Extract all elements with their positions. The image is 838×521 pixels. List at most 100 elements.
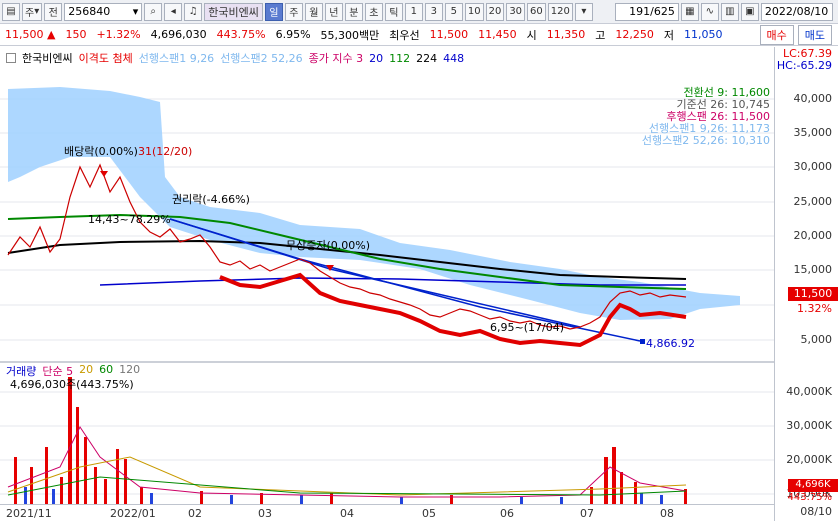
legend-item[interactable]: 224 xyxy=(416,52,437,65)
buy-button[interactable]: 매수 xyxy=(759,24,794,45)
min-5-button[interactable]: 5 xyxy=(444,2,463,21)
low-price: 11,050 xyxy=(684,28,723,41)
annotation-dividend: 배당락(0.00%) xyxy=(64,145,138,158)
volume-tick: 40,000K xyxy=(786,385,832,398)
chart-type-button[interactable]: 전 xyxy=(44,2,63,21)
min-20-button[interactable]: 20 xyxy=(485,2,505,21)
legend-stock-name: 한국비엔씨 xyxy=(22,52,73,65)
min-10-button[interactable]: 10 xyxy=(464,2,484,21)
legend-item[interactable]: 선행스팬1 9,26 xyxy=(139,50,214,66)
high-label: 고 xyxy=(595,28,606,42)
annotation-low: 6,95~(17/04) xyxy=(490,321,564,334)
annotation-trend-end: 4,866.92 xyxy=(646,337,695,350)
min-120-button[interactable]: 120 xyxy=(547,2,573,21)
current-price-pct: 1.32% xyxy=(797,302,832,315)
x-axis: 2021/11 2022/01 02 03 04 05 06 07 08 xyxy=(0,504,774,521)
price-tick: 25,000 xyxy=(793,195,833,208)
x-tick: 2021/11 xyxy=(6,507,52,520)
period-day-button[interactable]: 일 xyxy=(264,2,283,21)
chart-icon[interactable]: ▥ xyxy=(720,2,739,21)
legend-item[interactable]: 448 xyxy=(443,52,464,65)
open-price: 11,350 xyxy=(546,28,586,41)
indicator-line: 선행스팬2 52,26: 10,310 xyxy=(641,134,770,147)
annotation-high: 31(12/20) xyxy=(138,145,192,158)
x-tick: 08 xyxy=(660,507,674,520)
open-label: 시 xyxy=(526,28,537,42)
legend-item[interactable]: 이격도 첨체 xyxy=(79,50,133,66)
volume-value: 4,696,030주(443.75%) xyxy=(10,378,134,391)
x-tick: 05 xyxy=(422,507,436,520)
x-tick: 07 xyxy=(580,507,594,520)
annotation-rights: 권리락(-4.66%) xyxy=(172,193,250,206)
period-year-button[interactable]: 년 xyxy=(324,2,343,21)
x-tick: 04 xyxy=(340,507,354,520)
stock-code-value: 256840 xyxy=(68,5,111,18)
date-input[interactable]: 2022/08/10 xyxy=(760,2,833,21)
indicator-values: 전환선 9: 11,600 기준선 26: 10,745 후행스팬 26: 11… xyxy=(642,87,770,147)
chart-legend: 한국비엔씨 이격도 첨체 선행스팬1 9,26 선행스팬2 52,26 종가 지… xyxy=(6,50,464,66)
hc-label: HC:-65.29 xyxy=(776,59,832,72)
current-volume-tag: 4,696K xyxy=(788,479,838,492)
price-change-pct: +1.32% xyxy=(96,28,141,41)
search-icon[interactable]: ⌕ xyxy=(144,2,163,21)
best-bid: 11,450 xyxy=(478,28,517,41)
turnover-pct: 6.95% xyxy=(275,28,311,41)
current-price: 11,500 ▲ xyxy=(5,28,56,41)
volume-tick: 20,000K xyxy=(786,453,832,466)
period-second-button[interactable]: 초 xyxy=(364,2,383,21)
annotation-range: 14,43~78.29% xyxy=(88,213,171,226)
market-type-select[interactable]: 주 ▾ xyxy=(22,2,43,21)
legend-item[interactable]: 종가 지수 3 xyxy=(309,50,363,66)
menu-icon[interactable]: ▤ xyxy=(2,2,20,21)
page-number: 191 xyxy=(629,5,651,18)
calendar-icon[interactable]: ▣ xyxy=(740,2,759,21)
arrow-down-icon xyxy=(100,171,108,177)
stock-name-box[interactable]: 한국비엔씨 xyxy=(204,2,263,21)
min-3-button[interactable]: 3 xyxy=(424,2,443,21)
grid-icon[interactable]: ▦ xyxy=(680,2,699,21)
volume-ma20-line xyxy=(7,456,687,496)
page-input[interactable]: 191/625 xyxy=(614,2,679,21)
period-minute-button[interactable]: 분 xyxy=(344,2,363,21)
min-1-button[interactable]: 1 xyxy=(404,2,423,21)
quote-bar: 11,500 ▲ 150 +1.32% 4,696,030 443.75% 6.… xyxy=(0,24,838,46)
stock-name: 한국비엔씨 xyxy=(208,5,259,19)
sell-button[interactable]: 매도 xyxy=(797,24,832,45)
prev-icon[interactable]: ◂ xyxy=(164,2,183,21)
period-week-button[interactable]: 주 xyxy=(284,2,303,21)
min-30-button[interactable]: 30 xyxy=(506,2,526,21)
sound-icon[interactable]: ♫ xyxy=(184,2,203,21)
best-label: 최우선 xyxy=(389,28,420,42)
x-tick: 2022/01 xyxy=(110,507,156,520)
legend-item[interactable]: 20 xyxy=(369,52,383,65)
price-axis: LC:67.39 HC:-65.29 40,000 35,000 30,000 … xyxy=(774,47,838,521)
grid-icon[interactable] xyxy=(6,53,16,63)
best-ask: 11,500 xyxy=(429,28,469,41)
market-cap: 55,300백만 xyxy=(320,28,380,42)
annotation-bonus: 무상증자(0.00%) xyxy=(286,239,370,252)
price-tick: 40,000 xyxy=(793,92,833,105)
legend-item[interactable]: 선행스팬2 52,26 xyxy=(220,50,302,66)
price-tick: 30,000 xyxy=(793,160,833,173)
dropdown-icon[interactable]: ▾ xyxy=(574,2,593,21)
wave-icon[interactable]: ∿ xyxy=(700,2,719,21)
legend-item[interactable]: 112 xyxy=(389,52,410,65)
market-type-label: 주 xyxy=(25,8,35,19)
price-tick: 20,000 xyxy=(793,229,833,242)
price-tick: 35,000 xyxy=(793,126,833,139)
high-price: 12,250 xyxy=(615,28,654,41)
x-tick: 02 xyxy=(188,507,202,520)
date-value: 2022/08/10 xyxy=(764,5,829,18)
min-60-button[interactable]: 60 xyxy=(527,2,546,21)
price-change: 150 xyxy=(65,28,87,41)
x-axis-right-date: 08/10 xyxy=(800,505,832,518)
stock-code-input[interactable]: 256840 ▾ xyxy=(64,2,143,21)
period-month-button[interactable]: 월 xyxy=(304,2,323,21)
x-tick: 03 xyxy=(258,507,272,520)
page-total: /625 xyxy=(650,5,675,18)
x-tick: 06 xyxy=(500,507,514,520)
period-tick-button[interactable]: 틱 xyxy=(384,2,403,21)
current-volume-pct: 443.75% xyxy=(787,492,833,503)
volume-bars xyxy=(14,377,687,504)
volume-tick: 30,000K xyxy=(786,419,832,432)
